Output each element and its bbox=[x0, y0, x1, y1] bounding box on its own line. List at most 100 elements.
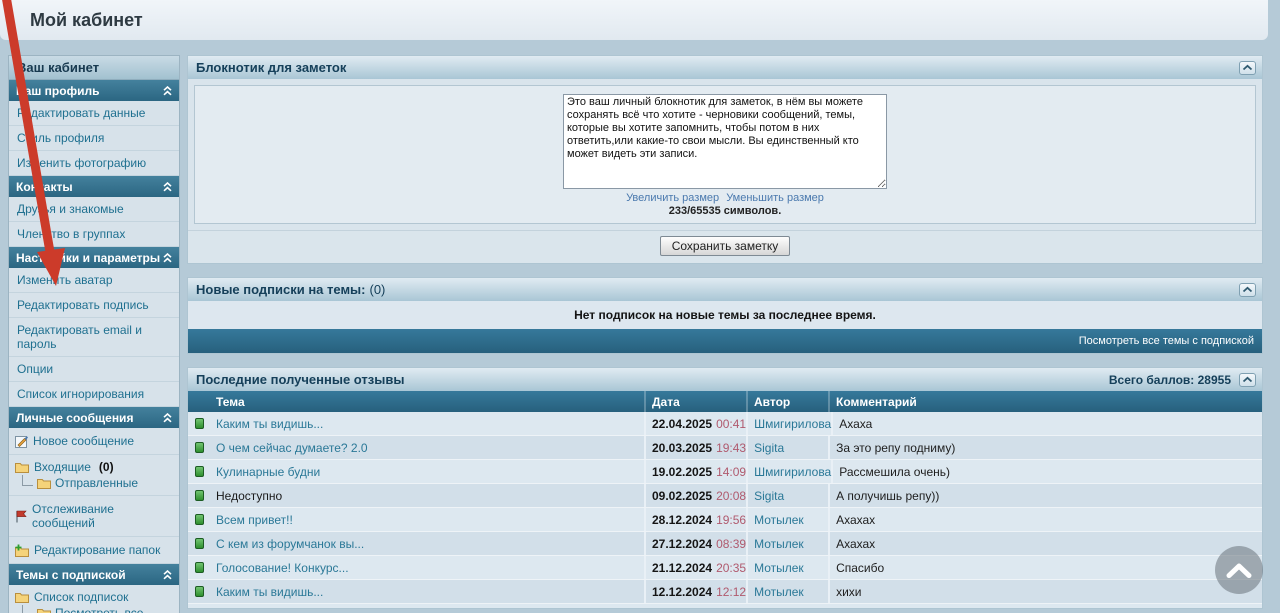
double-chevron-up-icon bbox=[163, 85, 172, 96]
table-bottom-edge bbox=[188, 604, 1262, 608]
sidebar-item-change-photo[interactable]: Изменить фотографию bbox=[9, 151, 179, 176]
sidebar-item-inbox[interactable]: Входящие (0) bbox=[15, 460, 173, 474]
notepad-panel: Блокнотик для заметок Это ваш личный бло… bbox=[187, 55, 1263, 264]
author-link[interactable]: Мотылек bbox=[754, 561, 804, 575]
total-points-value: 28955 bbox=[1197, 372, 1231, 387]
sidebar-item-sent[interactable]: Отправленные bbox=[22, 474, 173, 490]
table-row: Каким ты видишь... 22.04.2025 00:41 Шмиги… bbox=[188, 412, 1262, 436]
column-header-date: Дата bbox=[646, 391, 748, 412]
author-link[interactable]: Sigita bbox=[754, 441, 784, 455]
sidebar-group-inbox: Входящие (0) Отправленные bbox=[9, 455, 179, 496]
new-subscriptions-title: Новые подписки на темы: bbox=[196, 282, 366, 297]
notepad-resize-links: Увеличить размер Уменьшить размер bbox=[195, 192, 1255, 204]
feedback-table-header: Тема Дата Автор Комментарий bbox=[188, 391, 1262, 412]
table-row: Кулинарные будни 19.02.2025 14:09 Шмигири… bbox=[188, 460, 1262, 484]
author-link[interactable]: Мотылек bbox=[754, 537, 804, 551]
new-subscriptions-header: Новые подписки на темы: (0) bbox=[188, 278, 1262, 301]
double-chevron-up-icon bbox=[163, 412, 172, 423]
author-link[interactable]: Мотылек bbox=[754, 585, 804, 599]
status-green-icon bbox=[194, 514, 204, 525]
scroll-to-top-button[interactable] bbox=[1215, 546, 1263, 594]
topic-link[interactable]: О чем сейчас думаете? 2.0 bbox=[216, 441, 368, 455]
feedback-panel: Последние полученные отзывы Всего баллов… bbox=[187, 367, 1263, 609]
status-green-icon bbox=[194, 418, 204, 429]
increase-size-link[interactable]: Увеличить размер bbox=[626, 192, 719, 204]
topic-link[interactable]: Всем привет!! bbox=[216, 513, 293, 527]
folder-icon bbox=[37, 608, 51, 613]
table-row: Голосование! Конкурс... 21.12.2024 20:35 … bbox=[188, 556, 1262, 580]
author-link[interactable]: Шмигирилова bbox=[754, 465, 831, 479]
sidebar-section-contacts[interactable]: Контакты bbox=[9, 176, 179, 197]
notepad-inner-box: Это ваш личный блокнотик для заметок, в … bbox=[194, 85, 1256, 224]
new-subscriptions-count: (0) bbox=[369, 282, 386, 297]
notepad-body: Это ваш личный блокнотик для заметок, в … bbox=[188, 79, 1262, 230]
collapse-icon[interactable] bbox=[1239, 282, 1256, 297]
double-chevron-up-icon bbox=[163, 252, 172, 263]
notepad-textarea[interactable]: Это ваш личный блокнотик для заметок, в … bbox=[563, 94, 887, 189]
sidebar-item-edit-data[interactable]: Редактировать данные bbox=[9, 101, 179, 126]
table-row: О чем сейчас думаете? 2.0 20.03.2025 19:4… bbox=[188, 436, 1262, 460]
folder-add-icon bbox=[15, 544, 29, 557]
sidebar-item-groups[interactable]: Членство в группах bbox=[9, 222, 179, 247]
page-header: Мой кабинет bbox=[0, 0, 1268, 40]
table-row: Каким ты видишь... 12.12.2024 12:12 Мотыл… bbox=[188, 580, 1262, 604]
sidebar-item-profile-style[interactable]: Стиль профиля bbox=[9, 126, 179, 151]
sidebar-item-view-all-subscriptions[interactable]: Посмотреть все bbox=[22, 604, 173, 613]
main-content: Блокнотик для заметок Это ваш личный бло… bbox=[187, 55, 1263, 613]
table-row: С кем из форумчанок вы... 27.12.2024 08:3… bbox=[188, 532, 1262, 556]
sidebar-item-subscription-list[interactable]: Список подписок bbox=[15, 590, 173, 604]
topic-link[interactable]: Кулинарные будни bbox=[216, 465, 320, 479]
author-link[interactable]: Мотылек bbox=[754, 513, 804, 527]
sidebar-item-new-message[interactable]: Новое сообщение bbox=[9, 428, 179, 455]
status-green-icon bbox=[194, 466, 204, 477]
sidebar-item-change-avatar[interactable]: Изменить аватар bbox=[9, 268, 179, 293]
sidebar-group-subscriptions: Список подписок Посмотреть все bbox=[9, 585, 179, 613]
tree-connector bbox=[22, 604, 33, 613]
double-chevron-up-icon bbox=[163, 181, 172, 192]
save-note-button[interactable]: Сохранить заметку bbox=[659, 236, 791, 256]
author-link[interactable]: Sigita bbox=[754, 489, 784, 503]
author-link[interactable]: Шмигирилова bbox=[754, 417, 831, 431]
flag-icon bbox=[15, 510, 27, 523]
table-row: Недоступно 09.02.2025 20:08 Sigita А полу… bbox=[188, 484, 1262, 508]
decrease-size-link[interactable]: Уменьшить размер bbox=[726, 192, 824, 204]
sidebar-item-options[interactable]: Опции bbox=[9, 357, 179, 382]
notepad-panel-header: Блокнотик для заметок bbox=[188, 56, 1262, 79]
collapse-icon[interactable] bbox=[1239, 372, 1256, 387]
topic-link[interactable]: С кем из форумчанок вы... bbox=[216, 537, 364, 551]
compose-icon bbox=[15, 435, 28, 448]
sidebar-title: Ваш кабинет bbox=[9, 56, 179, 80]
collapse-icon[interactable] bbox=[1239, 60, 1256, 75]
chevron-up-icon bbox=[1226, 562, 1252, 578]
sidebar-section-subscribed-topics[interactable]: Темы с подпиской bbox=[9, 564, 179, 585]
status-green-icon bbox=[194, 442, 204, 453]
sidebar-item-ignore-list[interactable]: Список игнорирования bbox=[9, 382, 179, 407]
char-count: 233/65535 символов. bbox=[668, 205, 782, 217]
topic-link[interactable]: Голосование! Конкурс... bbox=[216, 561, 349, 575]
page-title: Мой кабинет bbox=[30, 10, 143, 30]
table-row: Всем привет!! 28.12.2024 19:56 Мотылек Ах… bbox=[188, 508, 1262, 532]
folder-icon bbox=[15, 462, 29, 473]
feedback-panel-header: Последние полученные отзывы Всего баллов… bbox=[188, 368, 1262, 391]
sidebar-item-edit-signature[interactable]: Редактировать подпись bbox=[9, 293, 179, 318]
view-all-subscribed-topics-link[interactable]: Посмотреть все темы с подпиской bbox=[1079, 335, 1254, 347]
new-subscriptions-panel: Новые подписки на темы: (0) Нет подписок… bbox=[187, 277, 1263, 354]
folder-icon bbox=[37, 478, 51, 489]
sidebar-section-messages[interactable]: Личные сообщения bbox=[9, 407, 179, 428]
sidebar-item-edit-folders-messages[interactable]: Редактирование папок bbox=[9, 537, 179, 564]
sidebar-section-profile[interactable]: Ваш профиль bbox=[9, 80, 179, 101]
sidebar-item-friends[interactable]: Друзья и знакомые bbox=[9, 197, 179, 222]
sidebar-section-settings[interactable]: Настройки и параметры bbox=[9, 247, 179, 268]
subscriptions-footer-bar: Посмотреть все темы с подпиской bbox=[188, 329, 1262, 353]
folder-icon bbox=[15, 592, 29, 603]
status-green-icon bbox=[194, 586, 204, 597]
sidebar-item-edit-email-password[interactable]: Редактировать email и пароль bbox=[9, 318, 179, 357]
topic-link[interactable]: Каким ты видишь... bbox=[216, 585, 323, 599]
topic-unavailable: Недоступно bbox=[216, 488, 283, 503]
status-green-icon bbox=[194, 562, 204, 573]
topic-link[interactable]: Каким ты видишь... bbox=[216, 417, 323, 431]
tree-connector bbox=[22, 474, 33, 486]
feedback-title: Последние полученные отзывы bbox=[196, 372, 405, 387]
sidebar-item-message-tracking[interactable]: Отслеживание сообщений bbox=[9, 496, 179, 537]
notepad-save-strip: Сохранить заметку bbox=[188, 230, 1262, 263]
